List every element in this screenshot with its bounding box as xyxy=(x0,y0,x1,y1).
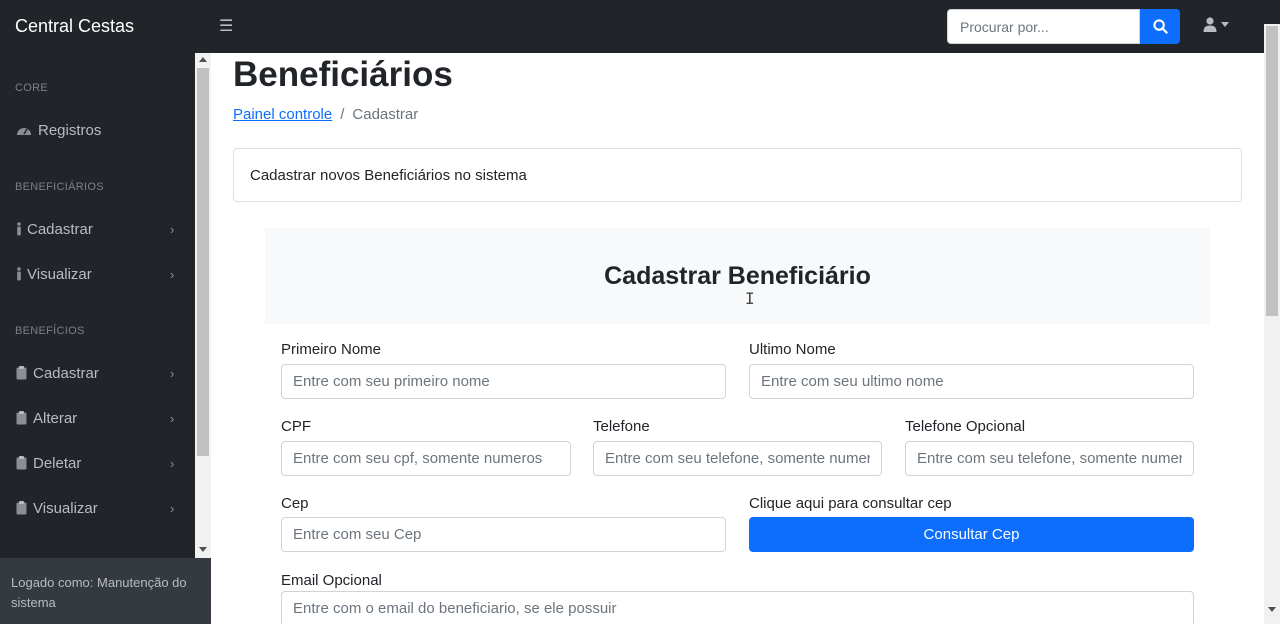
chevron-right-icon: › xyxy=(170,365,175,381)
search-button[interactable] xyxy=(1140,9,1180,44)
brand-name[interactable]: Central Cestas xyxy=(15,16,134,37)
consult-cep-button[interactable]: Consultar Cep xyxy=(749,517,1194,552)
sidebar-heading-beneficios: BENEFÍCIOS xyxy=(15,325,85,337)
sidebar-item-label: Visualizar xyxy=(27,265,92,283)
cep-lookup-label: Clique aqui para consultar cep xyxy=(749,495,952,512)
chevron-right-icon: › xyxy=(170,500,175,516)
sidebar-scrollbar-thumb[interactable] xyxy=(197,68,209,456)
sidebar-toggle-button[interactable]: ☰ xyxy=(219,16,233,36)
email-optional-label: Email Opcional xyxy=(281,572,382,589)
sidebar-heading-core: CORE xyxy=(15,82,48,94)
cep-label: Cep xyxy=(281,495,309,512)
search-form xyxy=(947,9,1180,44)
clipboard-icon xyxy=(16,366,27,380)
sidebar-item-beneficios-alterar[interactable]: Alterar › xyxy=(0,398,195,438)
chevron-down-icon xyxy=(1221,22,1229,27)
sidebar-item-label: Visualizar xyxy=(33,499,98,517)
sidebar-item-beneficios-deletar[interactable]: Deletar › xyxy=(0,443,195,483)
tachometer-icon xyxy=(16,124,32,136)
sidebar-item-label: Deletar xyxy=(33,454,82,472)
email-optional-input[interactable] xyxy=(281,591,1194,624)
clipboard-icon xyxy=(16,456,27,470)
phone-optional-input[interactable] xyxy=(905,441,1194,476)
page-title: Beneficiários xyxy=(233,55,453,94)
sidebar-heading-beneficiarios: BENEFICIÁRIOS xyxy=(15,181,104,193)
page-scrollbar[interactable] xyxy=(1264,24,1280,624)
form-title: Cadastrar Beneficiário xyxy=(265,228,1210,324)
breadcrumb-current: Cadastrar xyxy=(352,106,419,123)
scroll-down-icon[interactable] xyxy=(1268,607,1276,612)
last-name-label: Ultimo Nome xyxy=(749,341,836,358)
phone-input[interactable] xyxy=(593,441,882,476)
user-icon xyxy=(1203,17,1217,32)
sidebar-item-label: Registros xyxy=(38,121,102,139)
first-name-input[interactable] xyxy=(281,364,726,399)
sidebar-footer: Logado como: Manutenção do sistema xyxy=(0,558,211,624)
scroll-down-icon[interactable] xyxy=(199,547,207,552)
chevron-right-icon: › xyxy=(170,410,175,426)
sidebar-item-beneficiarios-visualizar[interactable]: Visualizar › xyxy=(0,254,195,294)
phone-optional-label: Telefone Opcional xyxy=(905,418,1026,435)
cep-input[interactable] xyxy=(281,517,726,552)
hamburger-icon: ☰ xyxy=(219,18,234,35)
info-card: Cadastrar novos Beneficiários no sistema xyxy=(233,148,1242,202)
sidebar-item-beneficiarios-cadastrar[interactable]: Cadastrar › xyxy=(0,209,195,249)
sidebar-item-label: Cadastrar xyxy=(33,364,99,382)
sidebar-item-registros[interactable]: Registros xyxy=(0,110,195,150)
clipboard-icon xyxy=(16,411,27,425)
top-navbar: Central Cestas ☰ xyxy=(0,0,1280,53)
sidebar-item-label: Cadastrar xyxy=(27,220,93,238)
search-input[interactable] xyxy=(947,9,1140,44)
cpf-label: CPF xyxy=(281,418,311,435)
clipboard-icon xyxy=(16,501,27,515)
phone-label: Telefone xyxy=(593,418,650,435)
breadcrumb-link-painel[interactable]: Painel controle xyxy=(233,106,332,123)
text-cursor-icon: I xyxy=(745,289,755,308)
chevron-right-icon: › xyxy=(170,266,175,282)
sidebar-scrollbar[interactable] xyxy=(195,53,211,558)
sidebar-item-beneficios-cadastrar[interactable]: Cadastrar › xyxy=(0,353,195,393)
sidebar-menu: CORE Registros BENEFICIÁRIOS Cadastrar ›… xyxy=(0,53,195,558)
cpf-input[interactable] xyxy=(281,441,571,476)
breadcrumb: Painel controle / Cadastrar xyxy=(233,106,418,123)
scroll-up-icon[interactable] xyxy=(199,57,207,62)
user-menu-button[interactable] xyxy=(1203,17,1229,32)
last-name-input[interactable] xyxy=(749,364,1194,399)
page-scrollbar-thumb[interactable] xyxy=(1266,26,1278,316)
chevron-right-icon: › xyxy=(170,221,175,237)
main-content: Beneficiários Painel controle / Cadastra… xyxy=(211,53,1264,624)
chevron-right-icon: › xyxy=(170,455,175,471)
sidebar-item-beneficios-visualizar[interactable]: Visualizar › xyxy=(0,488,195,528)
person-icon xyxy=(16,267,22,281)
sidebar: CORE Registros BENEFICIÁRIOS Cadastrar ›… xyxy=(0,53,211,624)
first-name-label: Primeiro Nome xyxy=(281,341,382,358)
sidebar-item-label: Alterar xyxy=(33,409,78,427)
breadcrumb-separator: / xyxy=(340,106,345,123)
search-icon xyxy=(1152,19,1168,34)
person-icon xyxy=(16,222,22,236)
